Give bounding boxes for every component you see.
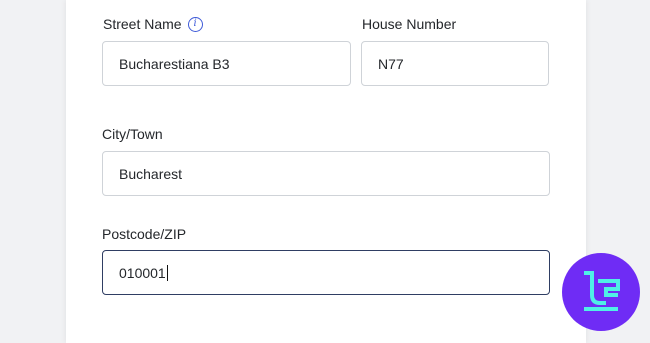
info-icon[interactable]: i xyxy=(187,16,203,32)
house-number-value: N77 xyxy=(378,55,404,72)
street-name-value: Bucharestiana B3 xyxy=(119,55,230,72)
city-label: City/Town xyxy=(102,126,163,142)
house-number-label: House Number xyxy=(362,16,456,32)
city-label-text: City/Town xyxy=(102,126,163,142)
address-form-card: Street Name i Bucharestiana B3 House Num… xyxy=(66,0,586,343)
street-name-label-text: Street Name xyxy=(103,16,182,32)
city-input[interactable]: Bucharest xyxy=(102,151,550,196)
text-caret xyxy=(166,264,168,281)
postcode-input[interactable]: 010001 xyxy=(102,250,550,295)
tradingfinder-logo-icon xyxy=(562,253,640,331)
house-number-label-text: House Number xyxy=(362,16,457,32)
logo-mark xyxy=(584,271,620,311)
city-value: Bucharest xyxy=(119,165,183,182)
street-name-label: Street Name i xyxy=(103,16,203,32)
postcode-label: Postcode/ZIP xyxy=(102,226,186,242)
postcode-value: 010001 xyxy=(119,264,166,281)
postcode-label-text: Postcode/ZIP xyxy=(102,226,187,242)
street-name-input[interactable]: Bucharestiana B3 xyxy=(102,41,351,86)
house-number-input[interactable]: N77 xyxy=(361,41,549,86)
